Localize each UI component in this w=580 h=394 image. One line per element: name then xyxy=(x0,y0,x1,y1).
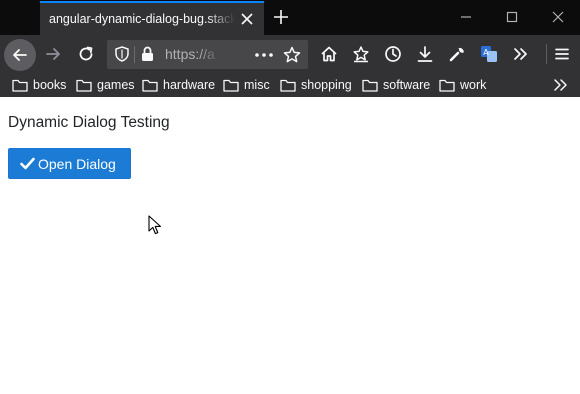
download-icon[interactable] xyxy=(416,45,434,63)
bookmark-folder-misc[interactable]: misc xyxy=(223,76,270,94)
clock-icon[interactable] xyxy=(384,45,402,63)
shield-icon[interactable] xyxy=(115,46,129,62)
bookmark-folder-books[interactable]: books xyxy=(12,76,66,94)
folder-icon xyxy=(76,79,92,92)
folder-icon xyxy=(362,79,378,92)
bookmark-label: shopping xyxy=(301,78,352,92)
bookmark-folder-work[interactable]: work xyxy=(439,76,486,94)
page-title: Dynamic Dialog Testing xyxy=(8,114,170,131)
bookmark-label: hardware xyxy=(163,78,216,92)
folder-icon xyxy=(142,79,158,92)
hamburger-icon[interactable] xyxy=(553,45,571,63)
tab-strip: angular-dynamic-dialog-bug.stackblitz.io xyxy=(0,0,580,35)
wrench-icon[interactable] xyxy=(448,45,466,63)
bookmark-star-icon[interactable] xyxy=(283,46,301,64)
double-chevron-icon[interactable] xyxy=(553,77,569,93)
lock-icon[interactable] xyxy=(141,46,154,62)
reload-icon[interactable] xyxy=(77,45,95,63)
bookmark-label: software xyxy=(383,78,431,92)
folder-icon xyxy=(12,79,28,92)
toolbar-separator xyxy=(546,44,547,64)
browser-tab[interactable]: angular-dynamic-dialog-bug.stackblitz.io xyxy=(40,1,264,35)
forward-arrow-icon[interactable] xyxy=(44,45,62,63)
bookmark-folder-hardware[interactable]: hardware xyxy=(142,76,215,94)
maximize-icon[interactable] xyxy=(505,10,519,24)
page-actions-icon[interactable] xyxy=(255,53,273,57)
address-bar[interactable]: https://a xyxy=(107,40,308,69)
open-dialog-label: Open Dialog xyxy=(38,155,116,172)
back-arrow-icon xyxy=(13,49,27,61)
folder-icon xyxy=(439,79,455,92)
bookmark-folder-shopping[interactable]: shopping xyxy=(280,76,352,94)
folder-icon xyxy=(280,79,296,92)
bookmark-label: misc xyxy=(244,78,270,92)
address-separator xyxy=(134,46,135,63)
bookmark-folder-games[interactable]: games xyxy=(76,76,135,94)
mouse-cursor-icon xyxy=(148,215,161,235)
open-dialog-button[interactable]: Open Dialog xyxy=(8,148,131,179)
bookmark-folder-software[interactable]: software xyxy=(362,76,430,94)
plus-icon[interactable] xyxy=(273,9,289,25)
folder-icon xyxy=(223,79,239,92)
bookmarks-toolbar: books games hardware misc shopping softw… xyxy=(0,73,580,97)
check-icon xyxy=(20,157,35,170)
url-text[interactable]: https://a xyxy=(165,46,221,64)
double-chevron-icon[interactable] xyxy=(512,45,530,63)
svg-text:A: A xyxy=(483,48,489,57)
navigation-toolbar: https://a A xyxy=(0,35,580,73)
back-button[interactable] xyxy=(4,39,36,71)
bookmark-label: work xyxy=(460,78,487,92)
close-icon[interactable] xyxy=(240,12,254,26)
home-icon[interactable] xyxy=(320,45,338,63)
bookmark-label: games xyxy=(97,78,135,92)
page-content: Dynamic Dialog Testing Open Dialog xyxy=(0,97,580,394)
bookmark-label: books xyxy=(33,78,67,92)
translate-icon[interactable]: A xyxy=(480,45,498,63)
tab-title: angular-dynamic-dialog-bug.stackblitz.io xyxy=(49,12,235,26)
library-icon[interactable] xyxy=(352,45,370,63)
minimize-icon[interactable] xyxy=(459,10,473,24)
window-close-icon[interactable] xyxy=(551,10,565,24)
